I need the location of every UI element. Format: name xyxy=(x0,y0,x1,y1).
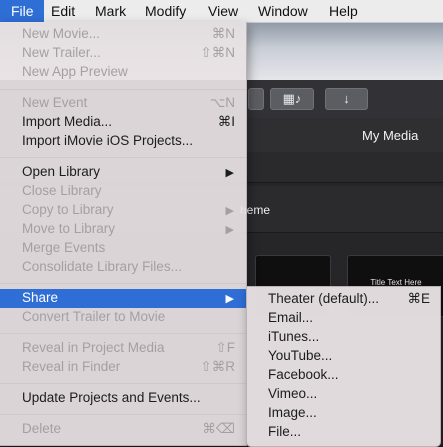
menu-item-convert-trailer[interactable]: Convert Trailer to Movie xyxy=(0,308,246,327)
menu-bar: File Edit Mark Modify View Window Help xyxy=(0,0,443,23)
menu-window[interactable]: Window xyxy=(258,0,308,22)
menu-item-import-media[interactable]: Import Media... ⌘I xyxy=(0,113,246,132)
menu-item-delete[interactable]: Delete ⌘⌫ xyxy=(0,420,246,439)
film-music-button[interactable]: ▦♪ xyxy=(270,88,314,110)
menu-item-move-to-library[interactable]: Move to Library ▶ xyxy=(0,220,246,239)
download-arrow-icon: ↓ xyxy=(343,91,350,106)
shortcut: ⌘E xyxy=(407,291,430,306)
film-music-icon: ▦♪ xyxy=(282,91,302,106)
tab-my-media[interactable]: My Media xyxy=(362,128,418,143)
share-item-theater[interactable]: Theater (default)... ⌘E xyxy=(247,290,440,309)
toolbar-button-partial[interactable] xyxy=(248,88,264,110)
menu-help[interactable]: Help xyxy=(329,0,358,22)
menu-item-new-trailer[interactable]: New Trailer... ⇧⌘N xyxy=(0,44,246,63)
submenu-arrow-icon: ▶ xyxy=(225,167,234,179)
shortcut: ⇧F xyxy=(215,340,235,355)
menu-item-new-event[interactable]: New Event ⌥N xyxy=(0,94,246,113)
menu-edit[interactable]: Edit xyxy=(51,0,75,22)
menu-modify[interactable]: Modify xyxy=(145,0,186,22)
shortcut: ⌥N xyxy=(209,95,235,110)
shortcut: ⇧⌘R xyxy=(200,359,235,374)
menu-item-new-app-preview[interactable]: New App Preview xyxy=(0,63,246,82)
menu-view[interactable]: View xyxy=(208,0,238,22)
menu-mark[interactable]: Mark xyxy=(95,0,126,22)
menu-item-copy-to-library[interactable]: Copy to Library ▶ xyxy=(0,201,246,220)
menu-separator xyxy=(0,157,246,158)
share-item-itunes[interactable]: iTunes... xyxy=(247,328,440,347)
menu-separator xyxy=(0,414,246,415)
submenu-arrow-icon: ▶ xyxy=(225,205,234,217)
shortcut: ⌘⌫ xyxy=(202,421,235,436)
menu-separator xyxy=(0,383,246,384)
menu-item-import-ios-projects[interactable]: Import iMovie iOS Projects... xyxy=(0,132,246,151)
import-button[interactable]: ↓ xyxy=(325,88,368,110)
menu-separator xyxy=(0,333,246,334)
menu-item-close-library[interactable]: Close Library xyxy=(0,182,246,201)
menu-item-consolidate-library-files[interactable]: Consolidate Library Files... xyxy=(0,258,246,277)
share-item-image[interactable]: Image... xyxy=(247,404,440,423)
share-item-facebook[interactable]: Facebook... xyxy=(247,366,440,385)
file-menu: New Movie... ⌘N New Trailer... ⇧⌘N New A… xyxy=(0,22,247,446)
menu-separator xyxy=(0,283,246,284)
menu-item-new-movie[interactable]: New Movie... ⌘N xyxy=(0,25,246,44)
menu-item-reveal-in-finder[interactable]: Reveal in Finder ⇧⌘R xyxy=(0,358,246,377)
submenu-arrow-icon: ▶ xyxy=(225,224,234,236)
share-item-email[interactable]: Email... xyxy=(247,309,440,328)
share-item-vimeo[interactable]: Vimeo... xyxy=(247,385,440,404)
menu-item-share[interactable]: Share ▶ xyxy=(0,289,246,308)
menu-separator xyxy=(0,89,246,90)
shortcut: ⌘N xyxy=(211,26,235,41)
menu-item-open-library[interactable]: Open Library ▶ xyxy=(0,163,246,182)
menu-item-update-projects-events[interactable]: Update Projects and Events... xyxy=(0,389,246,408)
submenu-arrow-icon: ▶ xyxy=(225,293,234,305)
share-submenu: Theater (default)... ⌘E Email... iTunes.… xyxy=(246,286,441,447)
share-item-youtube[interactable]: YouTube... xyxy=(247,347,440,366)
menu-item-reveal-in-project-media[interactable]: Reveal in Project Media ⇧F xyxy=(0,339,246,358)
share-item-file[interactable]: File... xyxy=(247,423,440,442)
shortcut: ⌘I xyxy=(217,114,235,129)
shortcut: ⇧⌘N xyxy=(200,45,235,60)
menu-item-merge-events[interactable]: Merge Events xyxy=(0,239,246,258)
menu-file[interactable]: File xyxy=(0,0,44,22)
